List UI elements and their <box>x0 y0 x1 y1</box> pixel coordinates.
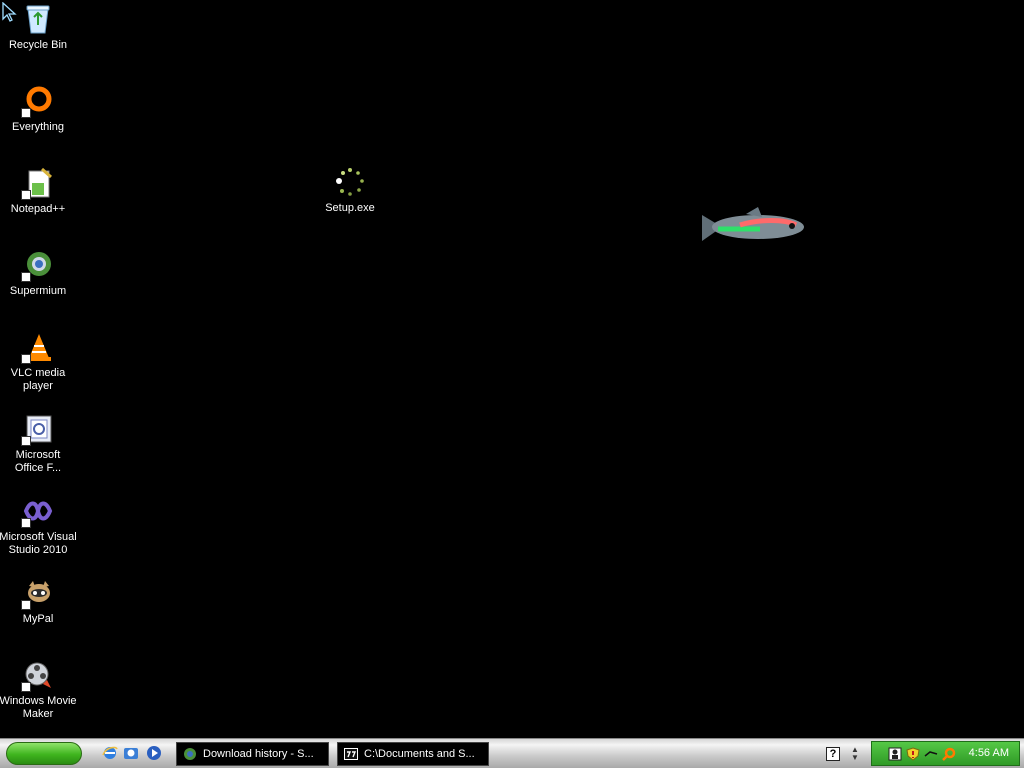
desktop-icon-label: Supermium <box>9 285 67 297</box>
shortcut-arrow-icon <box>21 272 31 282</box>
outlook-express-icon[interactable] <box>123 745 139 761</box>
mypal-icon <box>21 576 55 610</box>
desktop-icon-label: VLC media player <box>10 367 66 392</box>
desktop-icon-setup-exe[interactable]: Setup.exe <box>310 165 390 215</box>
taskbar: Download history - S... C:\Documents and… <box>0 738 1024 768</box>
recycle-bin-icon <box>21 2 55 36</box>
taskbar-item-documents-folder[interactable]: C:\Documents and S... <box>337 742 489 766</box>
shortcut-arrow-icon <box>21 354 31 364</box>
desktop-icon-office[interactable]: Microsoft Office F... <box>0 412 78 475</box>
desktop-icon-label: Notepad++ <box>10 203 66 215</box>
taskbar-item-label: Download history - S... <box>203 748 314 760</box>
desktop-icon-movie-maker[interactable]: Windows Movie Maker <box>0 658 78 721</box>
neon-tetra-fish-icon <box>702 207 804 241</box>
movie-maker-icon <box>21 658 55 692</box>
desktop-icon-label: Microsoft Office F... <box>14 449 62 474</box>
desktop-icon-label: Everything <box>12 121 64 133</box>
taskbar-item-label: C:\Documents and S... <box>364 748 475 760</box>
desktop-icon-visual-studio[interactable]: Microsoft Visual Studio 2010 <box>0 494 78 557</box>
desktop-icon-supermium[interactable]: Supermium <box>0 248 78 298</box>
desktop-icon-mypal[interactable]: MyPal <box>0 576 78 626</box>
supermium-icon <box>21 248 55 282</box>
office-icon <box>21 412 55 446</box>
vlc-icon <box>21 330 55 364</box>
user-status-icon[interactable] <box>888 747 902 761</box>
desktop-icon-everything[interactable]: Everything <box>0 84 78 134</box>
visual-studio-icon <box>21 494 55 528</box>
security-shield-icon[interactable] <box>906 747 920 761</box>
shortcut-arrow-icon <box>21 108 31 118</box>
shortcut-arrow-icon <box>21 190 31 200</box>
7zip-icon <box>344 748 358 760</box>
desktop-icon-label: MyPal <box>22 613 54 625</box>
desktop-icon-label: Recycle Bin <box>8 39 68 51</box>
desktop-icon-notepadpp[interactable]: Notepad++ <box>0 166 78 216</box>
start-button[interactable] <box>6 742 82 765</box>
notepadpp-icon <box>21 166 55 200</box>
system-clock[interactable]: 4:56 AM <box>969 747 1009 759</box>
desktop-icon-recycle-bin[interactable]: Recycle Bin <box>0 2 78 52</box>
help-icon[interactable]: ? <box>826 747 840 761</box>
desktop-icon-label: Microsoft Visual Studio 2010 <box>0 531 77 556</box>
loading-spinner-icon <box>333 165 367 199</box>
desktop: Recycle Bin Everything Notepad++ Supermi… <box>0 0 1024 738</box>
shortcut-arrow-icon <box>21 518 31 528</box>
desktop-icon-label: Windows Movie Maker <box>0 695 77 720</box>
everything-search-icon[interactable] <box>942 747 956 761</box>
network-icon[interactable] <box>924 747 938 761</box>
internet-explorer-icon[interactable] <box>102 745 118 761</box>
tray-toggle-arrows-icon[interactable]: ▲ ▼ <box>850 746 860 762</box>
shortcut-arrow-icon <box>21 600 31 610</box>
shortcut-arrow-icon <box>21 682 31 692</box>
shortcut-arrow-icon <box>21 436 31 446</box>
media-player-icon[interactable] <box>146 745 162 761</box>
supermium-icon <box>184 748 196 760</box>
desktop-icon-vlc[interactable]: VLC media player <box>0 330 78 393</box>
system-tray: 4:56 AM <box>871 741 1020 766</box>
desktop-icon-label: Setup.exe <box>325 202 375 214</box>
taskbar-item-download-history[interactable]: Download history - S... <box>176 742 329 766</box>
everything-icon <box>21 84 55 118</box>
